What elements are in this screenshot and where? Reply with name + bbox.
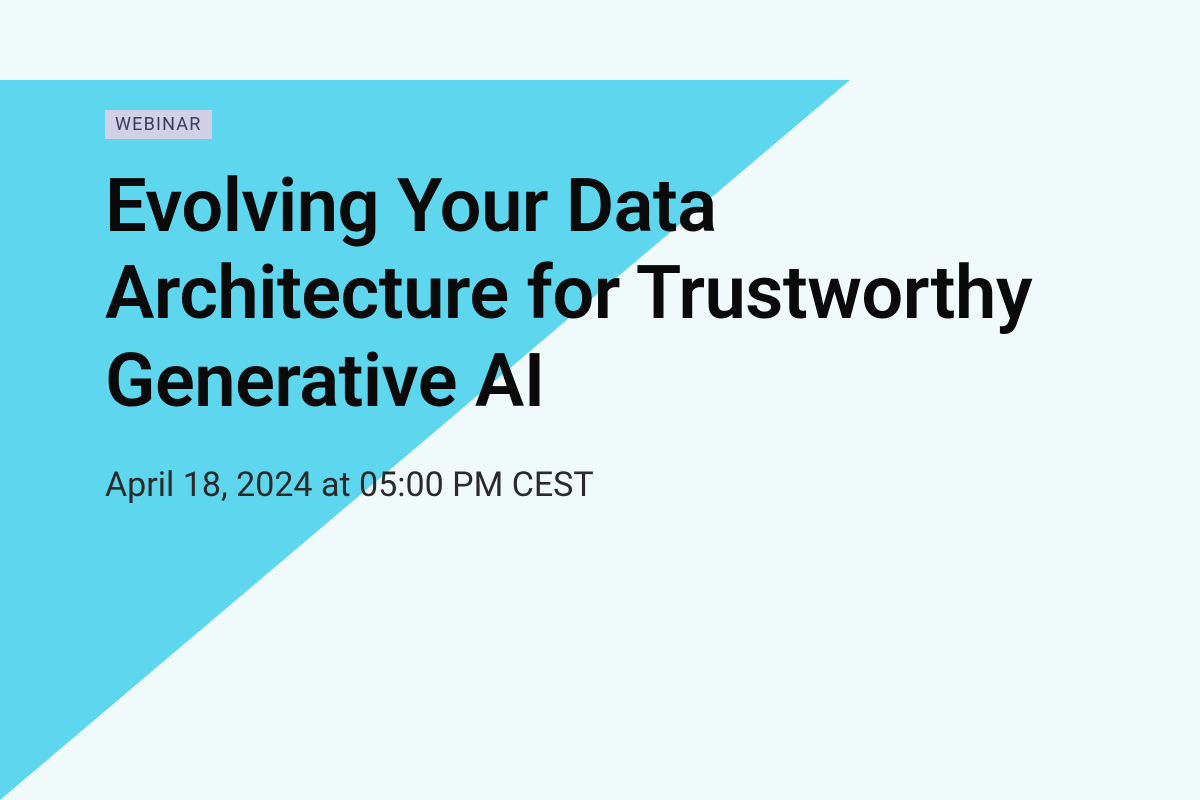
content-type-tag: WEBINAR xyxy=(105,110,212,139)
hero-content: WEBINAR Evolving Your Data Architecture … xyxy=(0,0,1200,505)
page-title: Evolving Your Data Architecture for Trus… xyxy=(105,163,1100,425)
event-datetime: April 18, 2024 at 05:00 PM CEST xyxy=(105,465,1100,505)
